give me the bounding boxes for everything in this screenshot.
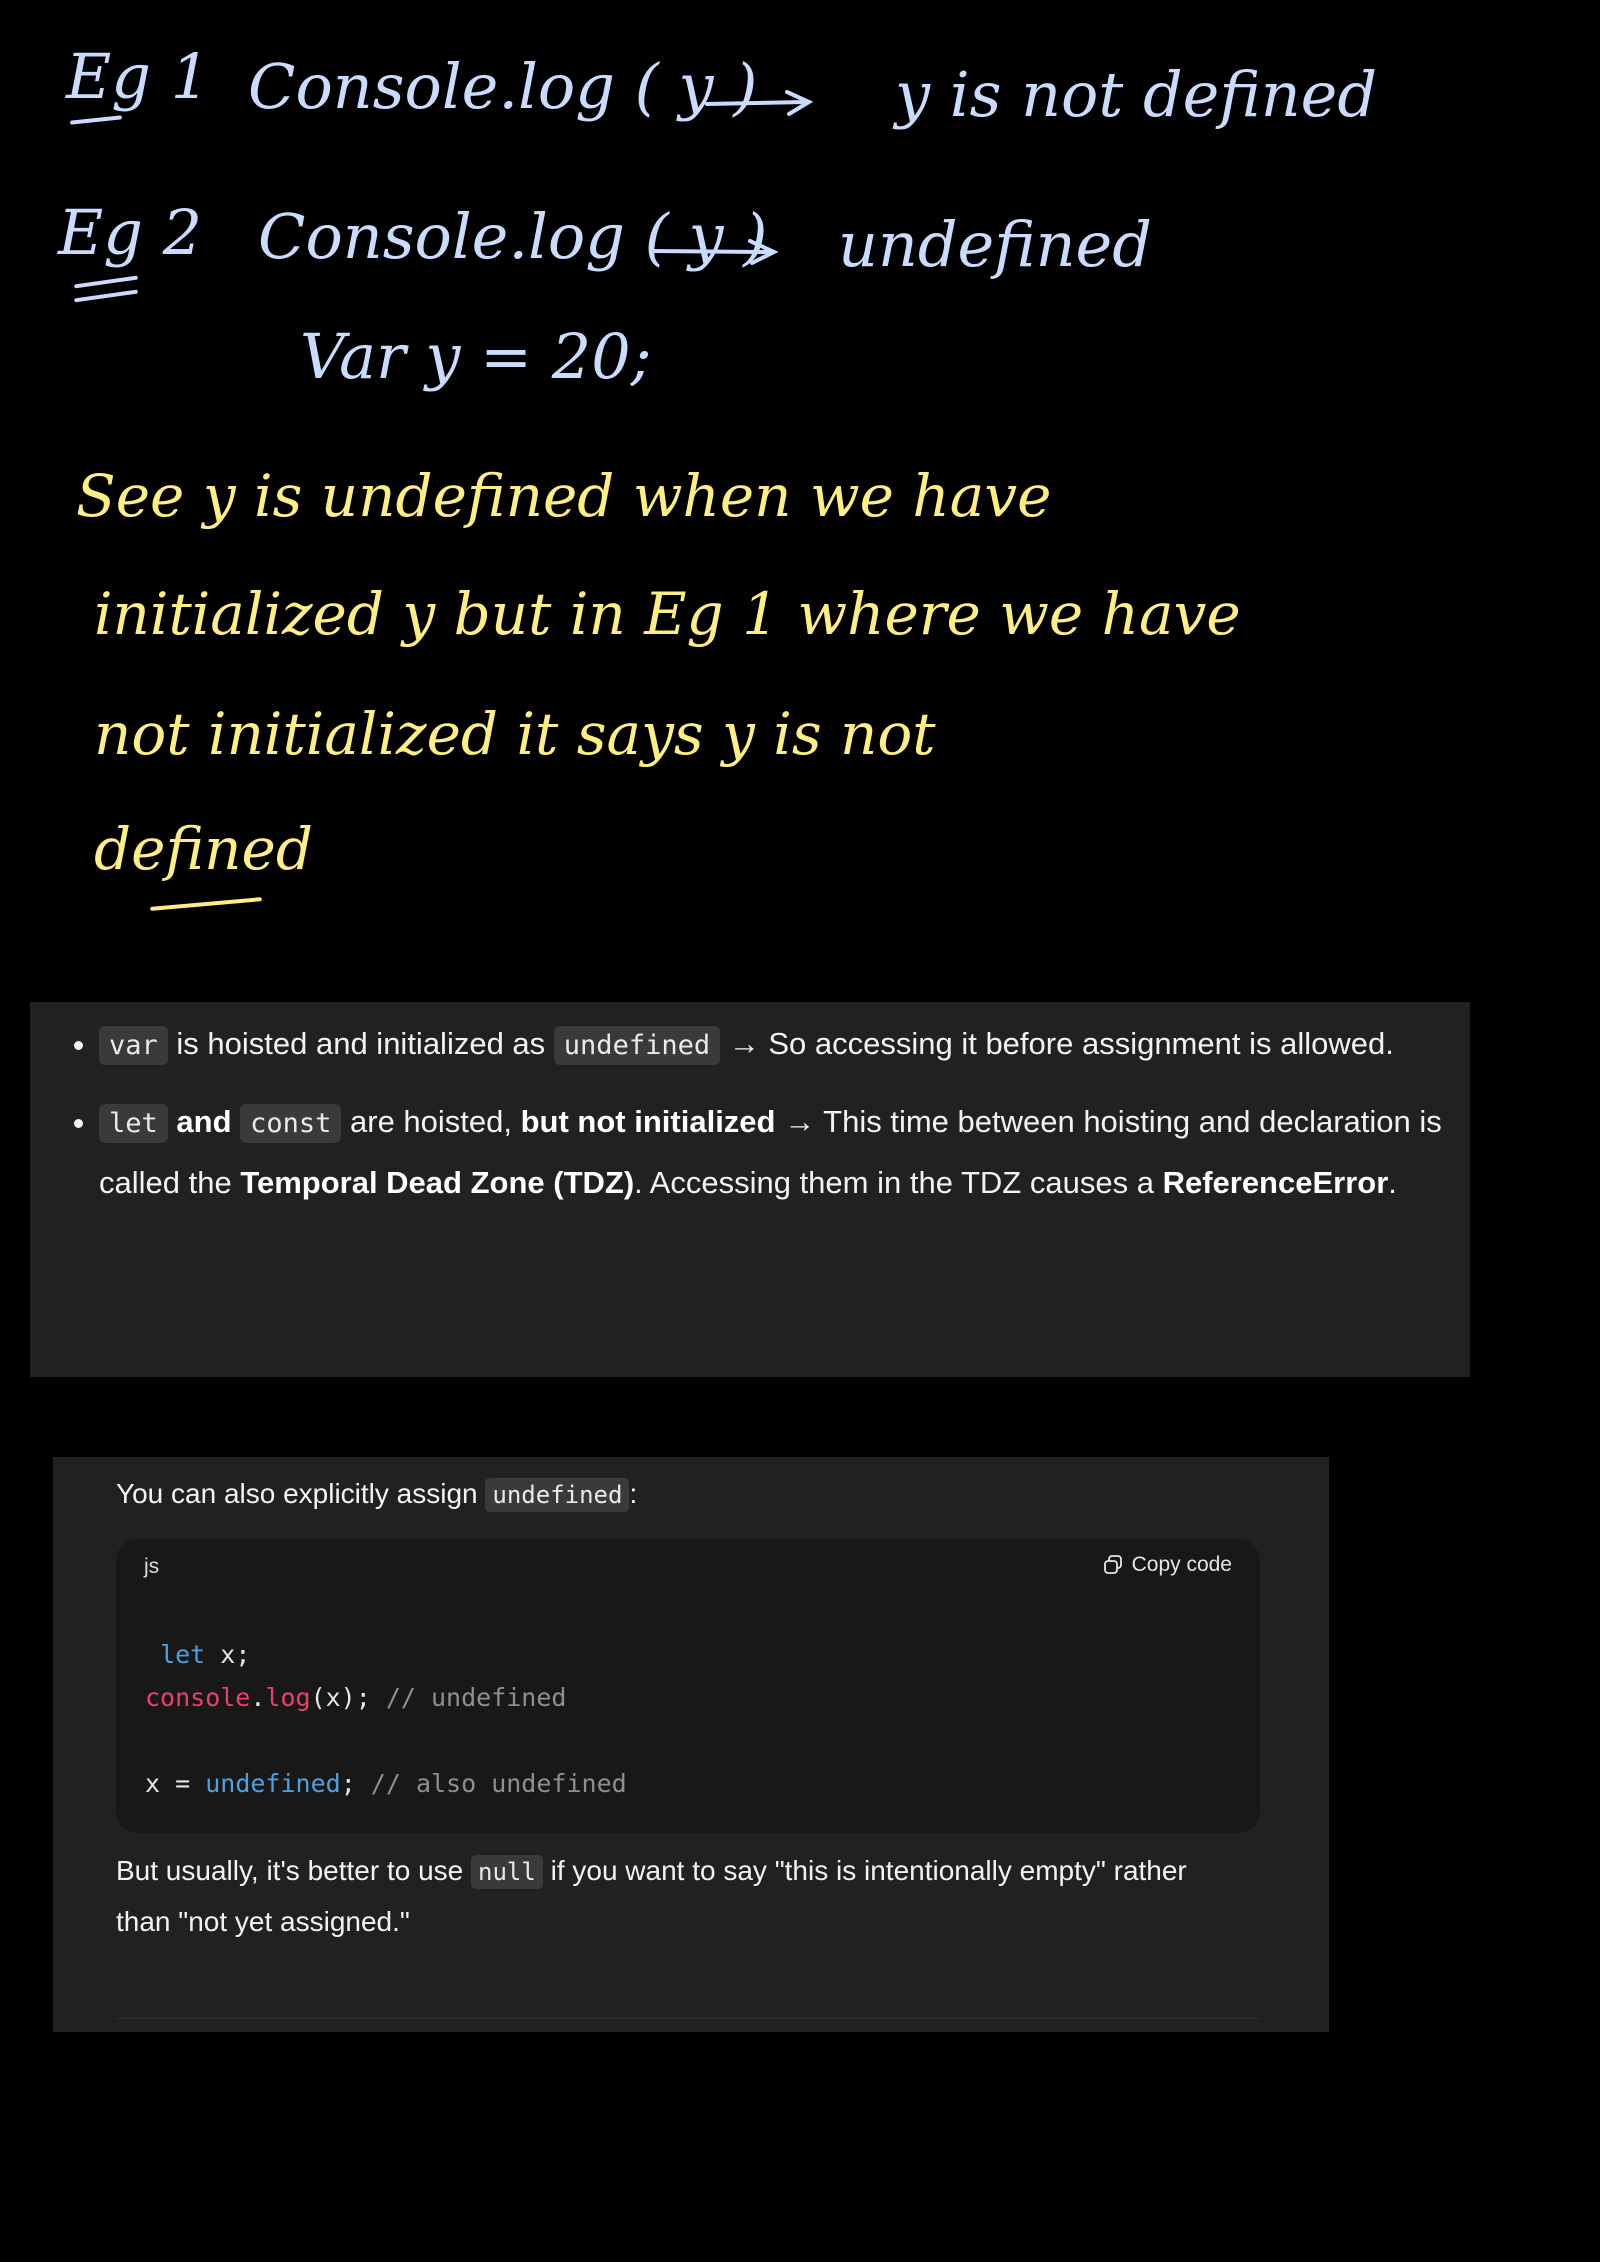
code-dot: .: [250, 1683, 266, 1712]
divider: [116, 2018, 1260, 2019]
code-log: log: [265, 1683, 311, 1712]
eg2-decl: Var y = 20;: [300, 320, 652, 393]
chat-intro-code: undefined: [485, 1478, 630, 1512]
code-line-4-b: ;: [340, 1769, 371, 1798]
eg2-arrow-icon: [650, 239, 779, 265]
chat-answer-panel: You can also explicitly assign undefined…: [53, 1457, 1329, 2032]
chat-intro-text: You can also explicitly assign: [116, 1478, 486, 1509]
code-line-2-rest: (x);: [310, 1683, 386, 1712]
code-line-4: x = undefined; // also undefined: [145, 1762, 627, 1805]
code-undefined-keyword: undefined: [205, 1769, 341, 1798]
eg2-underline-2: [74, 289, 138, 303]
note-var-text-1: is hoisted and initialized as: [167, 1026, 554, 1061]
chat-outro-code: null: [471, 1855, 543, 1889]
eg1-code: Console.log ( y ): [248, 50, 758, 123]
explanation-line-4: defined: [94, 815, 313, 883]
code-lines: let x; console.log(x); // undefined x = …: [145, 1633, 627, 1805]
eg2-label: Eg 2: [58, 196, 203, 269]
explanation-line-3: not initialized it says y is not: [94, 700, 936, 768]
note-let-text-1: are hoisted,: [341, 1104, 521, 1139]
note-let-text-3: . Accessing them in the TDZ causes a: [634, 1165, 1163, 1200]
copy-code-button[interactable]: Copy code: [1102, 1553, 1232, 1577]
explanation-line-1: See y is undefined when we have: [76, 462, 1052, 530]
note-let-text-4: .: [1388, 1165, 1397, 1200]
eg2-underline-1: [74, 275, 138, 289]
eg2-result: undefined: [838, 208, 1152, 281]
code-line-2: console.log(x); // undefined: [145, 1676, 627, 1719]
notes-list: var is hoisted and initialized as undefi…: [30, 1002, 1470, 1212]
copy-code-label: Copy code: [1131, 1553, 1232, 1576]
chat-intro-end: :: [629, 1478, 638, 1509]
code-block: js Copy code let x; console.log(x); // u…: [116, 1539, 1260, 1833]
note-var: var is hoisted and initialized as undefi…: [99, 1014, 1470, 1075]
code-comment-1: // undefined: [385, 1683, 567, 1712]
explanation-line-2: initialized y but in Eg 1 where we have: [94, 580, 1241, 648]
chat-outro: But usually, it's better to use null if …: [116, 1846, 1236, 1947]
copy-icon: [1103, 1555, 1122, 1574]
code-console: console: [145, 1683, 251, 1712]
note-reference-error: ReferenceError: [1162, 1165, 1389, 1200]
eg1-underline: [69, 115, 123, 125]
code-undefined: undefined: [553, 1026, 721, 1065]
code-line-1-rest: x;: [205, 1640, 251, 1669]
defined-underline: [150, 897, 262, 911]
note-let-const: let and const are hoisted, but not initi…: [99, 1092, 1470, 1212]
code-var: var: [99, 1026, 168, 1065]
note-not-initialized: but not initialized: [520, 1104, 776, 1139]
code-let: let: [99, 1104, 168, 1143]
eg1-label: Eg 1: [66, 40, 211, 113]
eg1-arrow-icon: [705, 90, 814, 116]
code-let-keyword: let: [160, 1640, 206, 1669]
code-language-label: js: [144, 1555, 160, 1578]
chat-outro-text-1: But usually, it's better to use: [116, 1855, 472, 1886]
code-const: const: [240, 1104, 342, 1143]
hoisting-notes-panel: var is hoisted and initialized as undefi…: [30, 1002, 1470, 1377]
eg1-result: y is not defined: [895, 58, 1378, 131]
chat-intro: You can also explicitly assign undefined…: [116, 1469, 1236, 1520]
code-comment-2: // also undefined: [370, 1769, 627, 1798]
note-tdz: Temporal Dead Zone (TDZ): [240, 1165, 635, 1200]
code-line-1: let x;: [145, 1633, 627, 1676]
note-var-text-2: → So accessing it before assignment is a…: [720, 1026, 1394, 1061]
code-line-4-a: x =: [145, 1769, 206, 1798]
note-and: and: [167, 1104, 241, 1139]
